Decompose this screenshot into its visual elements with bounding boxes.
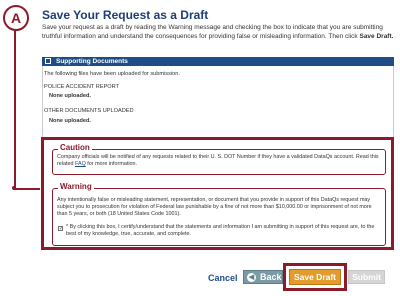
caution-title: Caution <box>58 143 92 152</box>
intro-text: Save your request as a draft by reading … <box>42 23 394 41</box>
police-report-status: None uploaded. <box>49 93 91 99</box>
back-label: Back <box>260 272 282 282</box>
callout-dot <box>12 186 16 190</box>
certify-text: * By clicking this box, I certify/unders… <box>66 224 375 237</box>
expand-icon <box>45 58 51 64</box>
save-draft-button[interactable]: Save Draft <box>289 269 341 285</box>
intro-body: Save your request as a draft by reading … <box>42 24 383 40</box>
faq-link[interactable]: FAQ <box>75 161 86 167</box>
caution-body-end: for more information. <box>87 161 138 167</box>
warning-text: Any intentionally false or misleading st… <box>57 197 372 217</box>
submit-button[interactable]: Submit <box>348 270 385 284</box>
back-button[interactable]: ◀ Back <box>243 270 283 284</box>
callout-line-horizontal <box>14 188 40 190</box>
other-docs-status: None uploaded. <box>49 118 91 124</box>
caution-text: Company officials will be notified of an… <box>57 154 382 168</box>
warning-title: Warning <box>58 182 94 191</box>
other-docs-heading: OTHER DOCUMENTS UPLOADED <box>44 108 134 114</box>
callout-line <box>14 31 16 189</box>
intro-emphasis: Save Draft. <box>359 33 394 40</box>
documents-intro: The following files have been uploaded f… <box>44 71 180 77</box>
cancel-button[interactable]: Cancel <box>208 273 238 283</box>
back-arrow-icon: ◀ <box>247 273 256 282</box>
supporting-documents-header[interactable]: Supporting Documents <box>42 57 394 66</box>
page-title: Save Your Request as a Draft <box>42 8 209 22</box>
certify-checkbox[interactable]: ✓ <box>58 226 63 232</box>
callout-marker: A <box>3 5 29 31</box>
police-report-heading: POLICE ACCIDENT REPORT <box>44 84 120 90</box>
section-title: Supporting Documents <box>56 58 128 65</box>
